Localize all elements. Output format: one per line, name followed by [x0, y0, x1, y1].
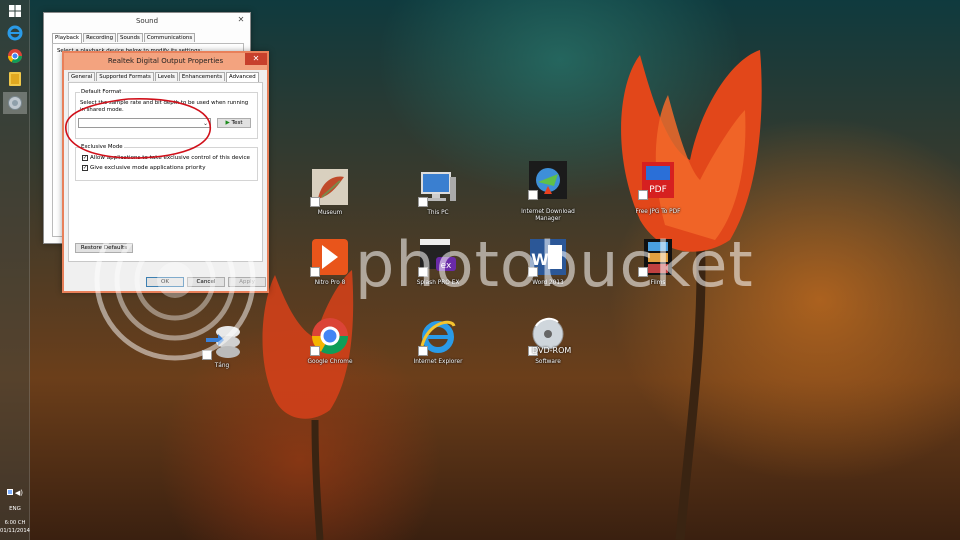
allow-exclusive-checkbox[interactable]: ✓	[82, 155, 88, 161]
desktop-icon-chrome[interactable]: Google Chrome	[298, 316, 362, 380]
desktop-icon-label: Nitro Pro 8	[314, 280, 346, 286]
clock-date[interactable]: 01/11/2014	[0, 528, 30, 534]
give-priority-label: Give exclusive mode applications priorit…	[90, 165, 206, 171]
desktop-icon-software[interactable]: DVD-ROM Software	[516, 316, 580, 380]
chevron-down-icon: ⌄	[202, 120, 208, 127]
volume-icon[interactable]: ◀)	[15, 489, 23, 497]
test-button-label: Test	[231, 120, 243, 126]
dvd-overlay-label: DVD-ROM	[532, 346, 572, 355]
allow-exclusive-checkbox-row[interactable]: ✓ Allow applications to take exclusive c…	[82, 155, 250, 161]
shortcut-arrow-icon	[638, 190, 648, 200]
dialog-title: Realtek Digital Output Properties	[64, 53, 267, 70]
shortcut-arrow-icon	[418, 197, 428, 207]
desktop-icon-this-pc[interactable]: This PC	[406, 167, 470, 231]
group-title: Exclusive Mode	[80, 144, 124, 150]
tab-advanced[interactable]: Advanced	[226, 72, 259, 82]
desktop-icon-label: Internet Download Manager	[521, 209, 575, 222]
restore-defaults-button[interactable]: Restore Defaults	[75, 243, 133, 253]
sound-window-title: Sound	[135, 17, 159, 25]
allow-exclusive-label: Allow applications to take exclusive con…	[90, 155, 250, 161]
desktop-icon-label: Tầng	[214, 363, 230, 369]
apply-button[interactable]: Apply	[228, 277, 266, 287]
close-icon[interactable]: ✕	[245, 53, 267, 65]
ok-button[interactable]: OK	[146, 277, 184, 287]
watermark-text: photobucket	[355, 228, 754, 301]
taskbar-control-panel-button[interactable]	[3, 92, 27, 114]
shortcut-arrow-icon	[528, 190, 538, 200]
tab-sounds[interactable]: Sounds	[117, 33, 143, 42]
taskbar-ie-button[interactable]	[3, 22, 27, 44]
system-tray: ◀)	[0, 489, 30, 497]
desktop-icon-tang[interactable]: Tầng	[190, 320, 254, 384]
desktop-icon-label: Google Chrome	[307, 359, 353, 365]
shortcut-arrow-icon	[418, 346, 428, 356]
chrome-icon	[8, 49, 22, 63]
default-format-description: Select the sample rate and bit depth to …	[80, 100, 249, 113]
tab-communications[interactable]: Communications	[143, 33, 196, 42]
advanced-panel: Default Format Select the sample rate an…	[68, 82, 263, 262]
desktop-icon-museum[interactable]: Museum	[298, 167, 362, 231]
ie-icon	[7, 25, 23, 41]
desktop-icon-label: This PC	[427, 210, 449, 216]
start-button[interactable]	[3, 0, 27, 22]
group-title: Default Format	[80, 89, 123, 95]
desktop-icon-free-jpg-to-pdf[interactable]: PDF Free JPG To PDF	[626, 160, 690, 224]
shortcut-arrow-icon	[310, 197, 320, 207]
tab-playback[interactable]: Playback	[52, 33, 83, 43]
shortcut-arrow-icon	[202, 350, 212, 360]
language-indicator[interactable]: ENG	[0, 506, 30, 512]
taskbar-explorer-button[interactable]	[3, 68, 27, 90]
desktop-icon-nitro[interactable]: Nitro Pro 8	[298, 237, 362, 301]
svg-text:PDF: PDF	[649, 185, 667, 195]
sample-rate-combo[interactable]: ⌄	[78, 118, 211, 128]
desktop-icon-label: Museum	[317, 210, 343, 216]
sound-tabs: Playback Recording Sounds Communications	[52, 33, 196, 43]
shortcut-arrow-icon	[310, 346, 320, 356]
test-button[interactable]: ▶ Test	[217, 118, 251, 128]
tab-enhancements[interactable]: Enhancements	[178, 72, 226, 81]
realtek-tabs: General Supported Formats Levels Enhance…	[68, 72, 260, 82]
taskbar: ◀) ENG 6:00 CH 01/11/2014	[0, 0, 30, 540]
network-icon[interactable]	[6, 489, 13, 495]
desktop-icon-label: Software	[535, 359, 561, 365]
tab-general[interactable]: General	[68, 72, 96, 81]
folder-icon	[9, 72, 21, 86]
desktop-icon-label: Internet Explorer	[413, 359, 463, 365]
give-priority-checkbox[interactable]: ✓	[82, 165, 88, 171]
exclusive-mode-group: Exclusive Mode	[75, 144, 258, 181]
close-icon[interactable]: ✕	[234, 14, 248, 26]
give-priority-checkbox-row[interactable]: ✓ Give exclusive mode applications prior…	[82, 165, 206, 171]
play-icon: ▶	[225, 120, 230, 126]
default-format-group: Default Format Select the sample rate an…	[75, 89, 258, 139]
tab-recording[interactable]: Recording	[83, 33, 117, 42]
windows-logo-icon	[9, 5, 21, 17]
tab-levels[interactable]: Levels	[154, 72, 178, 81]
shortcut-arrow-icon	[310, 267, 320, 277]
desktop-icon-label: Free JPG To PDF	[635, 209, 681, 215]
clock-time[interactable]: 6:00 CH	[0, 520, 30, 526]
taskbar-chrome-button[interactable]	[3, 45, 27, 67]
realtek-properties-dialog[interactable]: Realtek Digital Output Properties ✕ Gene…	[62, 51, 269, 293]
desktop-icon-internet-explorer[interactable]: Internet Explorer	[406, 316, 470, 380]
control-panel-icon	[8, 96, 22, 110]
tab-supported-formats[interactable]: Supported Formats	[96, 72, 154, 81]
desktop-icon-idm[interactable]: Internet Download Manager	[516, 160, 580, 224]
cancel-button[interactable]: Cancel	[187, 277, 225, 287]
